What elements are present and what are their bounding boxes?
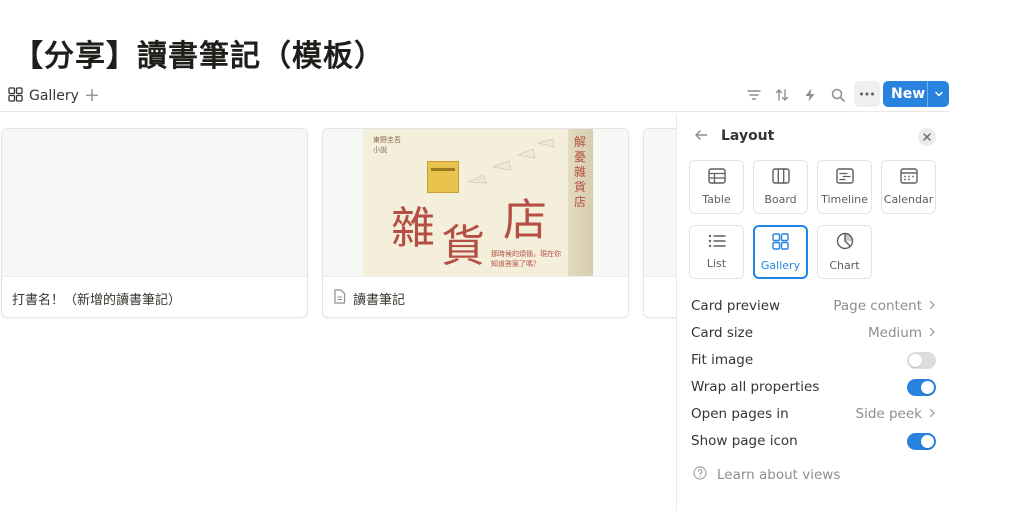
view-tab-label: Gallery <box>29 88 79 104</box>
learn-about-views-text: Learn about views <box>717 467 841 483</box>
gallery-icon <box>772 232 789 253</box>
layout-option-label: List <box>706 257 727 270</box>
book-mailbox-illustration <box>427 161 459 193</box>
layout-option-label: Calendar <box>883 193 934 206</box>
calendar-icon <box>899 168 918 187</box>
book-cover-image: 東野圭吾 小說 雜 貨 店 那時候的煩惱，現在你知道答案了嗎？ 解憂雜貨店 <box>363 129 593 276</box>
layout-panel: Layout Table Board Timeline Calendar Lis… <box>676 114 949 511</box>
view-tab-gallery[interactable]: Gallery <box>8 86 79 106</box>
layout-option-label: Board <box>764 193 797 206</box>
layout-option-label: Table <box>702 193 731 206</box>
toggle-knob <box>921 434 934 448</box>
gallery-card[interactable]: 東野圭吾 小說 雜 貨 店 那時候的煩惱，現在你知道答案了嗎？ 解憂雜貨店 讀書… <box>322 128 629 318</box>
layout-option-gallery[interactable]: Gallery <box>753 225 808 279</box>
page-icon <box>333 289 346 308</box>
book-genre-text: 小說 <box>373 146 387 154</box>
layout-panel-header: Layout <box>677 124 950 150</box>
chevron-right-icon <box>929 325 936 341</box>
card-cover <box>2 129 307 277</box>
chevron-down-icon[interactable] <box>928 89 949 99</box>
gallery-icon <box>8 86 23 106</box>
layout-option-chart[interactable]: Chart <box>817 225 872 279</box>
setting-label: Card preview <box>691 298 781 314</box>
layout-option-table[interactable]: Table <box>689 160 744 214</box>
toggle-knob <box>909 353 922 367</box>
book-title-char: 雜 <box>391 203 435 254</box>
book-author-text: 東野圭吾 <box>373 136 401 144</box>
back-arrow-icon[interactable] <box>694 127 708 146</box>
wrap-properties-toggle[interactable] <box>907 378 936 396</box>
lightning-icon[interactable] <box>799 84 821 106</box>
chart-icon <box>836 232 854 253</box>
layout-option-label: Timeline <box>821 193 868 206</box>
card-title: 讀書筆記 <box>333 289 405 308</box>
new-button-label: New <box>891 86 926 102</box>
book-letters-illustration <box>467 138 555 184</box>
chevron-right-icon <box>929 298 936 314</box>
table-icon <box>707 168 726 187</box>
setting-label: Wrap all properties <box>691 379 820 395</box>
card-title-text: 打書名！（新增的讀書筆記） <box>12 293 182 308</box>
book-spine: 解憂雜貨店 <box>568 129 593 276</box>
layout-option-label: Chart <box>829 259 860 272</box>
more-icon[interactable] <box>854 81 880 107</box>
book-spine-title: 解憂雜貨店 <box>574 135 587 209</box>
book-title-char: 店 <box>503 195 547 246</box>
toggle-knob <box>921 380 934 394</box>
layout-option-timeline[interactable]: Timeline <box>817 160 872 214</box>
page-title: 【分享】讀書筆記（模板） <box>13 39 385 74</box>
card-preview-setting[interactable]: Card preview Page content <box>691 296 936 316</box>
new-button[interactable]: New <box>883 81 949 107</box>
setting-label: Show page icon <box>691 433 798 449</box>
setting-label: Fit image <box>691 352 754 368</box>
learn-about-views-link[interactable]: Learn about views <box>693 466 840 484</box>
show-page-icon-toggle[interactable] <box>907 432 936 450</box>
card-title: 打書名！（新增的讀書筆記） <box>12 289 181 308</box>
layout-panel-title: Layout <box>721 128 775 144</box>
setting-value-text: Page content <box>833 298 922 314</box>
timeline-icon <box>835 168 854 187</box>
layout-option-calendar[interactable]: Calendar <box>881 160 936 214</box>
setting-value: Medium <box>868 325 936 341</box>
setting-value-text: Side peek <box>855 406 923 422</box>
card-cover: 東野圭吾 小說 雜 貨 店 那時候的煩惱，現在你知道答案了嗎？ 解憂雜貨店 <box>323 129 628 277</box>
layout-option-label: Gallery <box>760 258 801 272</box>
setting-label: Open pages in <box>691 406 789 422</box>
fit-image-toggle[interactable] <box>907 351 936 369</box>
book-title-char: 貨 <box>441 221 485 272</box>
setting-value: Side peek <box>856 406 937 422</box>
filter-icon[interactable] <box>743 84 765 106</box>
gallery-card[interactable]: 打書名！（新增的讀書筆記） <box>1 128 308 318</box>
chevron-right-icon <box>929 406 936 422</box>
show-page-icon-setting: Show page icon <box>691 431 936 451</box>
plus-icon[interactable]: + <box>84 83 100 107</box>
card-title-text: 讀書筆記 <box>353 293 406 308</box>
wrap-properties-setting: Wrap all properties <box>691 377 936 397</box>
close-icon[interactable] <box>918 128 936 146</box>
sort-icon[interactable] <box>771 84 793 106</box>
layout-option-board[interactable]: Board <box>753 160 808 214</box>
fit-image-setting: Fit image <box>691 350 936 370</box>
setting-value: Page content <box>833 298 936 314</box>
book-blurb-text: 那時候的煩惱，現在你知道答案了嗎？ <box>491 250 561 268</box>
card-size-setting[interactable]: Card size Medium <box>691 323 936 343</box>
layout-option-list[interactable]: List <box>689 225 744 279</box>
setting-value-text: Medium <box>868 325 922 341</box>
help-icon <box>693 466 707 484</box>
list-icon <box>708 234 726 251</box>
board-icon <box>771 168 790 187</box>
open-pages-setting[interactable]: Open pages in Side peek <box>691 404 936 424</box>
search-icon[interactable] <box>827 84 849 106</box>
setting-label: Card size <box>691 325 754 341</box>
